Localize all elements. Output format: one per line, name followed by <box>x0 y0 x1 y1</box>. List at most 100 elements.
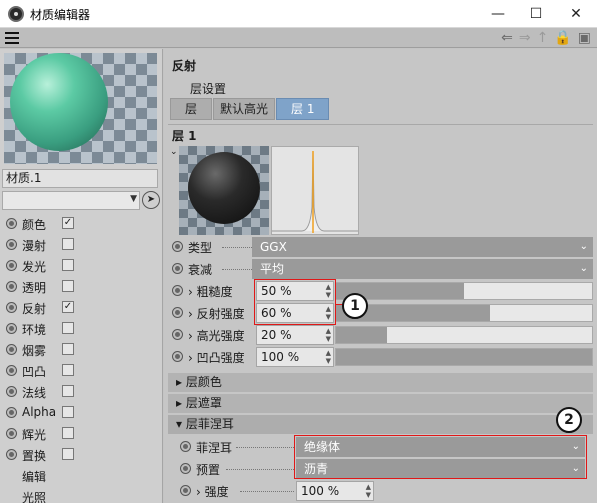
specular-strength-row: › 高光强度 20 % ▲ ▼ <box>164 324 597 346</box>
channel-item[interactable]: 置换 <box>0 444 163 465</box>
callout-badge-2: 2 <box>556 407 582 433</box>
channel-label: 环境 <box>22 323 47 337</box>
channel-item[interactable]: 光照 <box>0 486 163 503</box>
type-value: GGX <box>260 240 287 254</box>
channel-label: Alpha <box>22 405 57 419</box>
channel-checkbox[interactable] <box>62 238 74 250</box>
layer-color-section[interactable]: ▸ 层颜色 <box>168 373 593 392</box>
attenuation-label: 衰减 <box>188 263 213 277</box>
channel-item[interactable]: 漫射 <box>0 234 163 255</box>
maximize-button[interactable]: ☐ <box>526 4 546 24</box>
material-preview[interactable] <box>4 53 157 164</box>
fresnel-strength-input[interactable]: 100 % ▲ ▼ <box>296 481 374 501</box>
picker-icon[interactable]: ➤ <box>142 191 160 209</box>
channel-label: 颜色 <box>22 218 47 232</box>
preview-sphere <box>188 152 260 224</box>
menu-icon[interactable] <box>5 32 19 44</box>
animate-radio[interactable] <box>6 281 17 292</box>
animate-radio[interactable] <box>172 351 183 362</box>
attenuation-dropdown[interactable]: 平均 ⌄ <box>252 259 593 279</box>
channel-item[interactable]: 发光 <box>0 255 163 276</box>
new-window-icon[interactable]: ▣ <box>578 29 591 47</box>
material-dropdown[interactable]: ▼ <box>2 191 140 210</box>
layer-fresnel-section[interactable]: ▾ 层菲涅耳 <box>168 415 593 434</box>
chevron-down-icon[interactable]: ⌄ <box>170 147 178 157</box>
channel-item[interactable]: 辉光 <box>0 423 163 444</box>
specular-strength-input[interactable]: 20 % ▲ ▼ <box>256 325 334 345</box>
highlight-box-2 <box>294 435 587 479</box>
animate-radio[interactable] <box>172 241 183 252</box>
channel-item[interactable]: 环境 <box>0 318 163 339</box>
roughness-row: › 粗糙度 50 % ▲ ▼ <box>164 280 597 302</box>
channel-item[interactable]: Alpha <box>0 402 163 423</box>
channel-checkbox[interactable] <box>62 364 74 376</box>
channel-list: 颜色 ✓ 漫射 发光 透明反射 ✓ 环境烟雾凹凸法线 Alpha 辉光置换 编辑 光照 <box>0 213 163 503</box>
channel-checkbox[interactable]: ✓ <box>62 217 74 229</box>
attenuation-row: 衰减 平均 ⌄ <box>164 258 597 280</box>
channel-checkbox[interactable]: ✓ <box>62 301 74 313</box>
spinner-icon[interactable]: ▲ ▼ <box>326 349 331 365</box>
channel-checkbox[interactable] <box>62 406 74 418</box>
channel-checkbox[interactable] <box>62 385 74 397</box>
material-name-field[interactable]: 材质.1 <box>2 169 158 188</box>
layer-tabs: 层 默认高光 层 1 <box>170 98 330 120</box>
animate-radio[interactable] <box>6 302 17 313</box>
bump-strength-slider[interactable] <box>335 348 593 366</box>
reflection-strength-slider[interactable] <box>335 304 593 322</box>
channel-item[interactable]: 透明 <box>0 276 163 297</box>
animate-radio[interactable] <box>6 260 17 271</box>
channel-label: 辉光 <box>22 428 47 442</box>
channel-item[interactable]: 凹凸 <box>0 360 163 381</box>
tab-layer-1[interactable]: 层 1 <box>276 98 330 120</box>
animate-radio[interactable] <box>6 239 17 250</box>
bump-strength-input[interactable]: 100 % ▲ ▼ <box>256 347 334 367</box>
channel-checkbox[interactable] <box>62 280 74 292</box>
channel-item[interactable]: 法线 <box>0 381 163 402</box>
type-dropdown[interactable]: GGX ⌄ <box>252 237 593 257</box>
roughness-slider[interactable] <box>335 282 593 300</box>
forward-arrow-icon[interactable]: ⇒ <box>519 29 531 47</box>
animate-radio[interactable] <box>180 441 191 452</box>
lock-icon[interactable]: 🔒 <box>554 29 571 47</box>
channel-checkbox[interactable] <box>62 343 74 355</box>
channel-item[interactable]: 反射 ✓ <box>0 297 163 318</box>
channel-checkbox[interactable] <box>62 427 74 439</box>
attenuation-value: 平均 <box>260 262 285 276</box>
tab-default-specular[interactable]: 默认高光 <box>213 98 276 120</box>
spinner-icon[interactable]: ▲ ▼ <box>366 483 371 499</box>
channel-checkbox[interactable] <box>62 259 74 271</box>
channel-item[interactable]: 编辑 <box>0 465 163 486</box>
animate-radio[interactable] <box>172 263 183 274</box>
back-arrow-icon[interactable]: ⇐ <box>501 29 513 47</box>
channel-checkbox[interactable] <box>62 448 74 460</box>
channel-label: 烟雾 <box>22 344 47 358</box>
minimize-button[interactable]: — <box>488 4 508 24</box>
tab-layers[interactable]: 层 <box>170 98 213 120</box>
specular-strength-slider[interactable] <box>335 326 593 344</box>
animate-radio[interactable] <box>180 485 191 496</box>
animate-radio[interactable] <box>172 285 183 296</box>
specular-strength-label: › 高光强度 <box>188 329 245 343</box>
animate-radio[interactable] <box>6 428 17 439</box>
up-arrow-icon[interactable]: ↑ <box>537 29 549 47</box>
animate-radio[interactable] <box>6 449 17 460</box>
material-sidebar: 材质.1 ▼ ➤ 颜色 ✓ 漫射 发光 透明反射 ✓ 环境烟雾凹凸法线 Alpha 辉光置换 编辑… <box>0 49 163 503</box>
animate-radio[interactable] <box>6 344 17 355</box>
animate-radio[interactable] <box>6 218 17 229</box>
channel-item[interactable]: 烟雾 <box>0 339 163 360</box>
animate-radio[interactable] <box>6 323 17 334</box>
channel-label: 法线 <box>22 386 47 400</box>
spinner-icon[interactable]: ▲ ▼ <box>326 327 331 343</box>
animate-radio[interactable] <box>180 463 191 474</box>
animate-radio[interactable] <box>6 365 17 376</box>
animate-radio[interactable] <box>6 386 17 397</box>
animate-radio[interactable] <box>172 329 183 340</box>
channel-checkbox[interactable] <box>62 322 74 334</box>
close-button[interactable]: ✕ <box>566 4 586 24</box>
layer-mask-section[interactable]: ▸ 层遮罩 <box>168 394 593 413</box>
animate-radio[interactable] <box>172 307 183 318</box>
animate-radio[interactable] <box>6 407 17 418</box>
callout-badge-1: 1 <box>342 293 368 319</box>
channel-label: 反射 <box>22 302 47 316</box>
channel-item[interactable]: 颜色 ✓ <box>0 213 163 234</box>
